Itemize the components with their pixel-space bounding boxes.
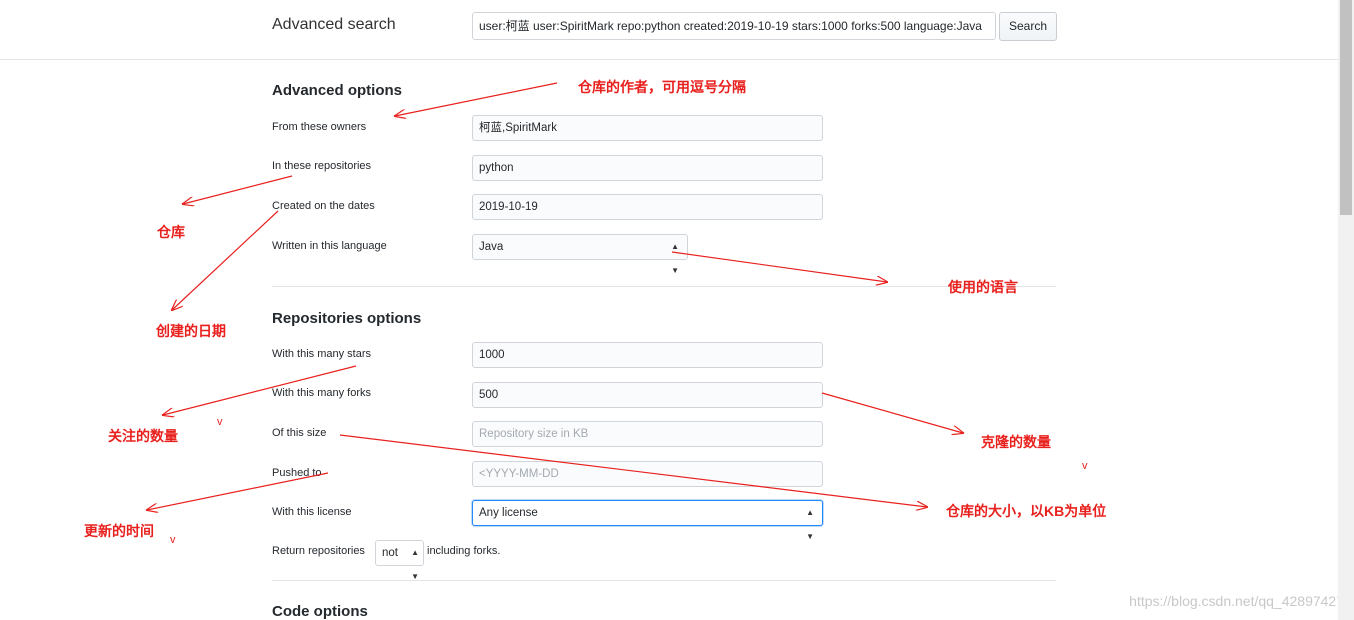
annotation-dates: 创建的日期 [156,323,226,339]
annotation-owners: 仓库的作者，可用逗号分隔 [578,79,746,95]
arrow-language [671,251,887,282]
arrow-size [339,434,927,507]
arrow-forks [821,392,963,433]
annotation-mark: v [217,416,223,428]
annotation-repos: 仓库 [157,224,185,240]
scrollbar-thumb[interactable] [1340,0,1352,215]
annotation-stars: 关注的数量 [108,428,178,444]
arrow-stars [163,365,357,415]
arrow-repos [183,175,293,204]
arrow-owners [395,82,558,116]
watermark: https://blog.csdn.net/qq_42897427 [1129,593,1344,609]
annotation-size: 仓库的大小，以KB为单位 [946,503,1107,519]
arrow-pushed [147,472,329,510]
arrow-dates [172,210,279,310]
annotation-mark: v [1082,460,1088,472]
annotation-forks: 克隆的数量 [981,434,1051,450]
annotation-language: 使用的语言 [948,279,1018,295]
annotation-mark: v [170,534,176,546]
annotation-pushed: 更新的时间 [84,523,154,539]
